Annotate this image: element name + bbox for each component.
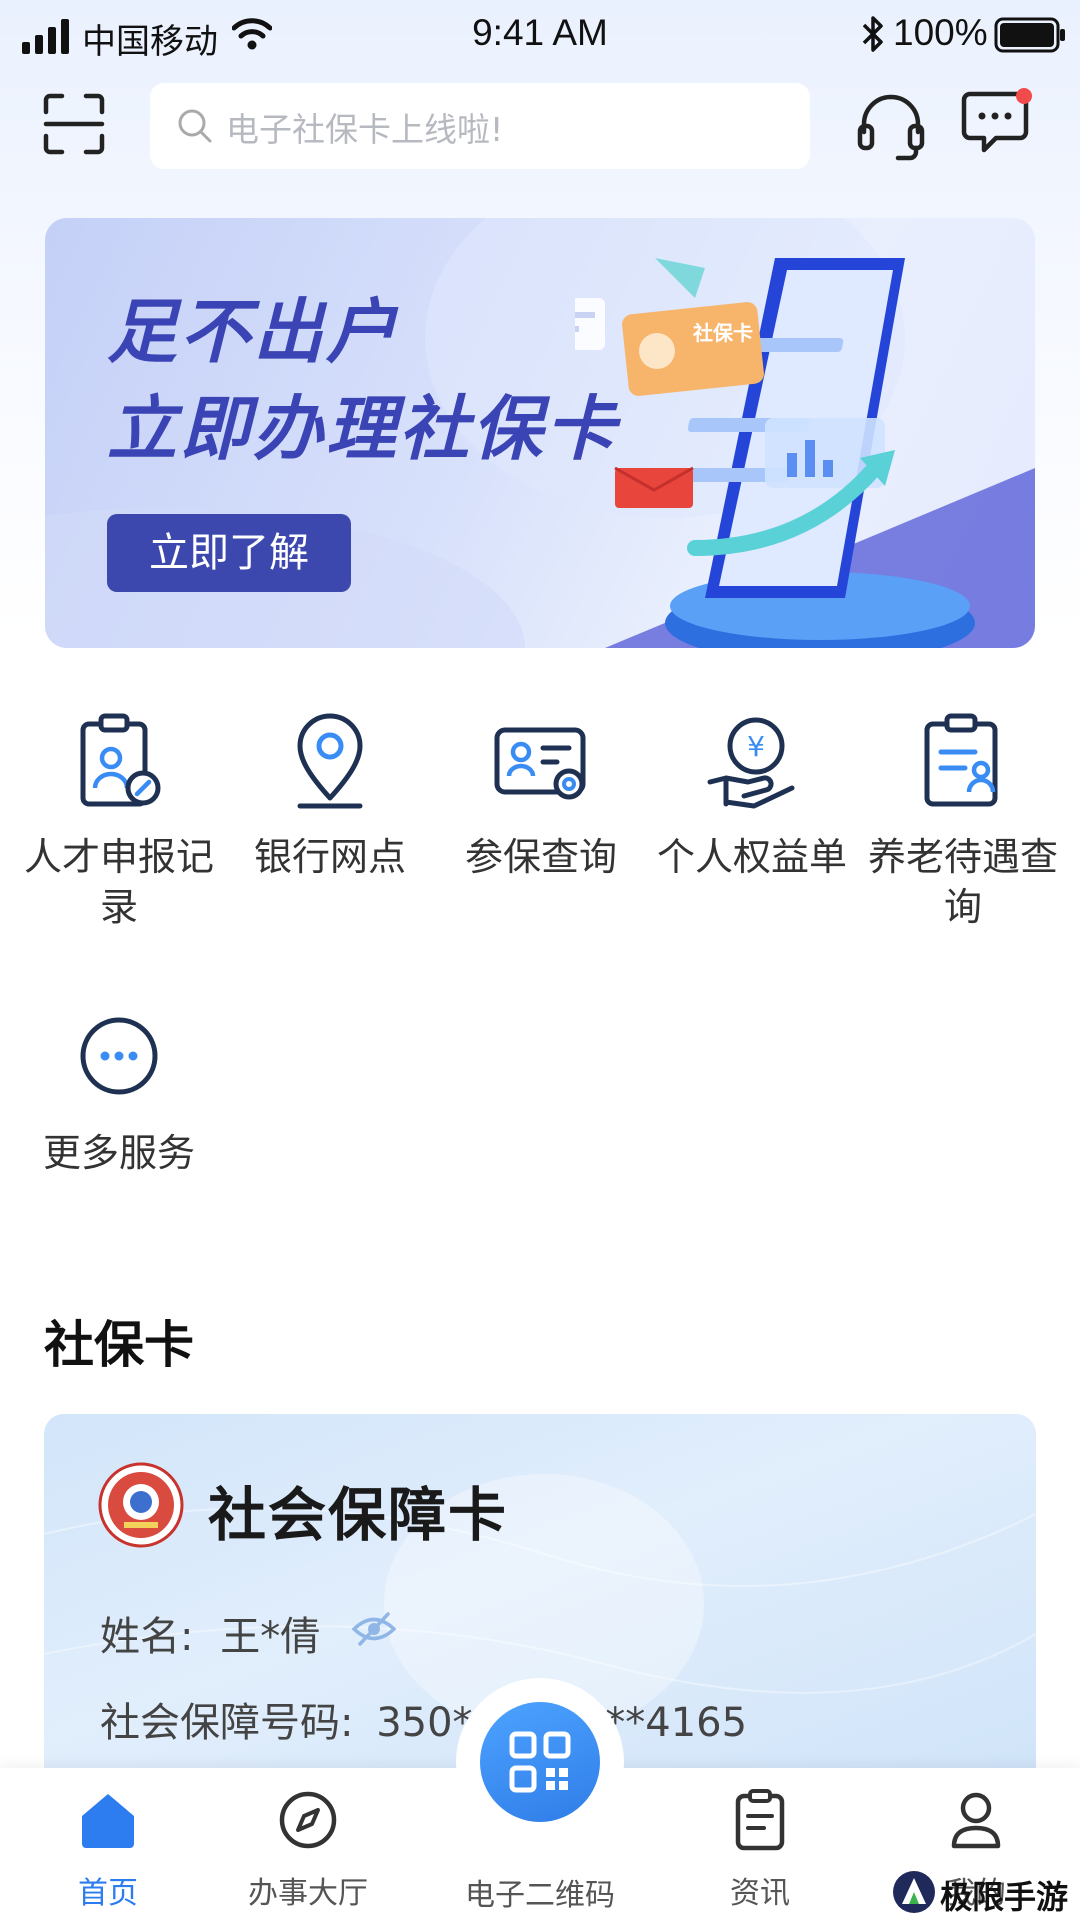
service-more[interactable]: 更多服务 [24,1008,214,1178]
home-icon [82,1794,134,1848]
tab-qr-code[interactable]: 电子二维码 [450,1854,630,1914]
promo-banner[interactable]: 足不出户 立即办理社保卡 立即了解 社保卡 [45,218,1035,648]
clipboard-person-icon [80,713,161,807]
id-card-search-icon [494,727,586,800]
number-tail: **4165 [605,1700,748,1746]
user-icon [951,1792,1001,1849]
banner-card-label: 社保卡 [692,321,753,345]
qr-code-button[interactable] [480,1702,600,1822]
banner-headline-1: 足不出户 [107,291,399,373]
headset-icon[interactable] [856,90,926,162]
watermark-text: 极限手游网 [940,1878,1069,1916]
service-insurance-query[interactable]: 参保查询 [446,712,636,882]
message-icon[interactable] [958,88,1034,160]
service-bank-outlets[interactable]: 银行网点 [235,712,425,882]
name-value: 王*倩 [220,1614,321,1660]
service-talent-record[interactable]: 人才申报记录 [24,712,214,932]
seal-emblem-icon [98,1462,184,1548]
news-icon [735,1789,785,1851]
service-pension-query[interactable]: 养老待遇查询 [868,712,1058,932]
card-number: 社会保障号码: 350** **4165 [100,1690,747,1748]
tab-label: 电子二维码 [465,1878,615,1913]
site-watermark: 极限手游网 [892,1866,1080,1920]
search-placeholder: 电子社保卡上线啦! [226,110,504,149]
tab-home[interactable]: 首页 [18,1788,198,1912]
location-pin-icon [297,713,363,809]
service-label: 银行网点 [253,835,406,879]
status-bar: 中国移动 9:41 AM 100% [0,0,1080,70]
service-label: 更多服务 [42,1131,195,1175]
card-title: 社会保障卡 [208,1481,509,1549]
service-label: 个人权益单 [657,835,848,879]
more-dots-icon [80,1017,158,1095]
scan-icon[interactable] [42,92,106,156]
name-label: 姓名: [100,1614,194,1660]
section-title: 社保卡 [44,1316,194,1374]
battery-icon [994,17,1065,53]
search-icon [178,109,212,143]
service-label: 养老待遇查询 [868,835,1059,929]
svg-text:¥: ¥ [747,730,765,763]
compass-icon [279,1791,337,1849]
tab-service-hall[interactable]: 办事大厅 [218,1788,398,1912]
tab-news[interactable]: 资讯 [670,1788,850,1912]
tab-label: 资讯 [730,1876,790,1911]
service-label: 参保查询 [464,835,617,879]
unread-dot [1016,88,1032,104]
learn-more-button[interactable]: 立即了解 [107,514,351,592]
search-input[interactable]: 电子社保卡上线啦! [150,83,810,169]
qr-code-icon [509,1731,571,1793]
tab-label: 首页 [78,1876,138,1911]
number-label: 社会保障号码: [100,1700,354,1746]
bluetooth-icon [862,16,883,52]
battery-percent: 100% [893,12,988,53]
phone-illustration: 社保卡 [575,258,975,648]
card-holder-name: 姓名: 王*倩 [100,1604,320,1662]
service-label: 人才申报记录 [24,835,215,929]
tab-label: 办事大厅 [248,1876,368,1911]
service-rights-statement[interactable]: ¥ 个人权益单 [657,712,847,882]
watermark-logo-icon [893,1871,935,1913]
hand-yuan-coin-icon: ¥ [707,717,795,809]
eye-hidden-icon[interactable] [352,1610,396,1648]
banner-headline-2: 立即办理社保卡 [107,388,618,470]
clipboard-elder-icon [924,713,998,807]
